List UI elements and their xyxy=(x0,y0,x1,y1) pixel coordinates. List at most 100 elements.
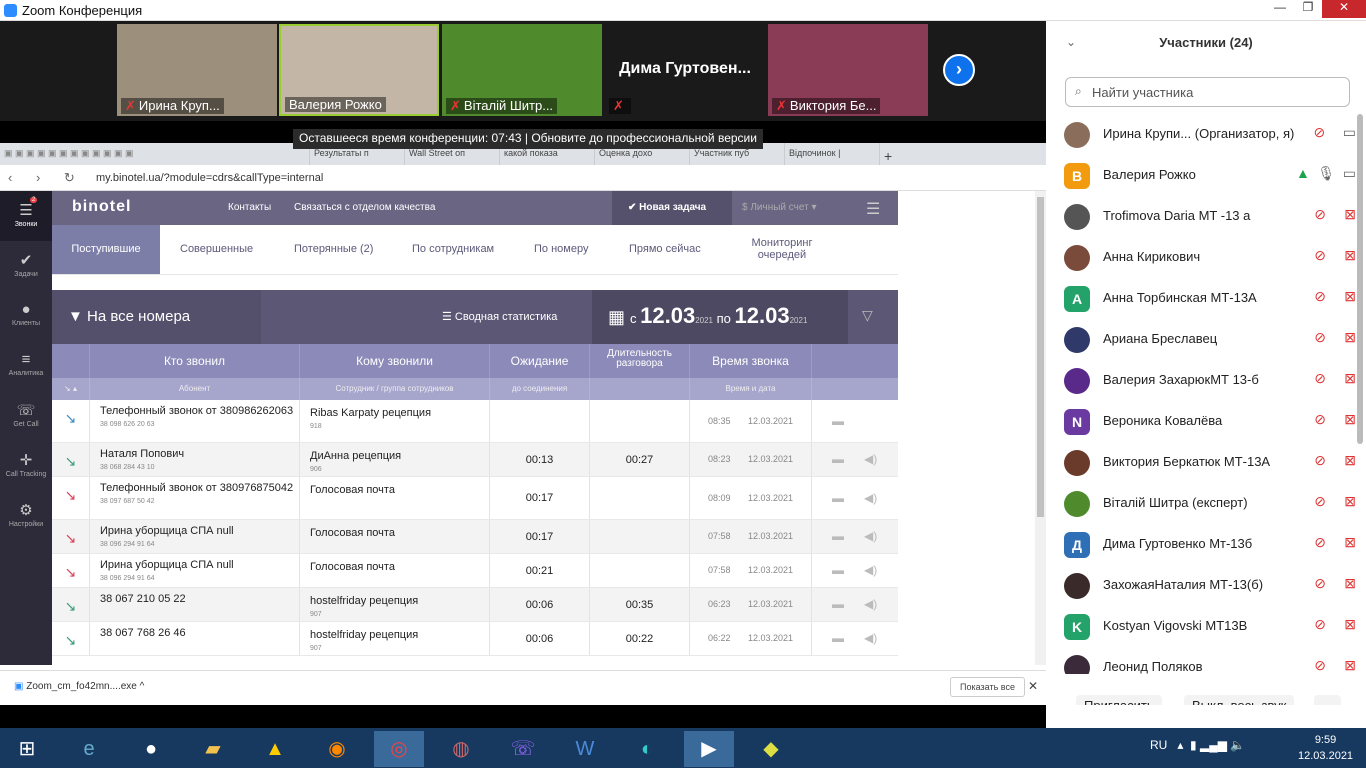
video-off-icon[interactable]: ⊠ xyxy=(1344,534,1356,551)
sidebar-item-tasks[interactable]: ✔ Задачи xyxy=(0,241,52,291)
comment-icon[interactable]: ▬ xyxy=(832,414,844,428)
system-tray[interactable]: RU ▴ ▮ ▂▄▆ 🔈 xyxy=(1150,738,1245,752)
tab-by-number[interactable]: По номеру xyxy=(534,225,588,274)
video-off-icon[interactable]: ⊠ xyxy=(1344,616,1356,633)
sidebar-item-getcall[interactable]: ☏ Get Call xyxy=(0,391,52,441)
video-off-icon[interactable]: ⊠ xyxy=(1344,575,1356,592)
table-row[interactable]: ↘ Ирина уборщица СПА null 38 096 294 91 6… xyxy=(52,520,898,554)
muted-mic-icon[interactable]: ⊘ xyxy=(1314,452,1326,469)
chrome-icon[interactable]: ◎ xyxy=(374,731,424,767)
table-row[interactable]: ↘ Телефонный звонок от 380976875042 38 09… xyxy=(52,477,898,520)
video-off-icon[interactable]: ⊠ xyxy=(1344,657,1356,674)
start-icon[interactable]: ⊞ xyxy=(2,731,52,767)
play-record-icon[interactable]: ◀) xyxy=(864,529,877,543)
participant-item[interactable]: N Вероника Ковалёва ⊘ ⊠ xyxy=(1046,401,1356,442)
sidebar-item-analytics[interactable]: ≡ Аналитика xyxy=(0,341,52,391)
participants-scrollbar[interactable] xyxy=(1357,114,1363,444)
play-record-icon[interactable]: ◀) xyxy=(864,491,877,505)
sidebar-item-clients[interactable]: ● Клиенты xyxy=(0,291,52,341)
account-link[interactable]: $ Личный счет ▾ xyxy=(742,202,817,213)
tab-outgoing[interactable]: Совершенные xyxy=(180,225,253,274)
col-duration[interactable]: Длительность разговора xyxy=(590,344,690,378)
comment-icon[interactable]: ▬ xyxy=(832,452,844,466)
muted-mic-icon[interactable]: ⊘ xyxy=(1314,329,1326,346)
video-icon[interactable]: ▭ xyxy=(1343,165,1356,182)
filter-icon[interactable]: ▽ xyxy=(862,307,873,324)
muted-mic-icon[interactable]: ⊘ xyxy=(1314,124,1326,141)
caller-cell[interactable]: Телефонный звонок от 380986262063 38 098 … xyxy=(90,400,300,442)
minimize-button[interactable]: — xyxy=(1266,0,1294,18)
table-row[interactable]: ↘ Телефонный звонок от 380986262063 38 09… xyxy=(52,400,898,443)
col-caller[interactable]: Кто звонил xyxy=(90,344,300,378)
page-scrollbar[interactable] xyxy=(1035,191,1046,665)
video-off-icon[interactable]: ⊠ xyxy=(1344,452,1356,469)
video-off-icon[interactable]: ⊠ xyxy=(1344,370,1356,387)
col-wait[interactable]: Ожидание xyxy=(490,344,590,378)
comment-icon[interactable]: ▬ xyxy=(832,563,844,577)
pinned-tabs[interactable]: ▣ ▣ ▣ ▣ ▣ ▣ ▣ ▣ ▣ ▣ ▣ ▣ xyxy=(0,143,310,165)
firefox-icon[interactable]: ◉ xyxy=(312,731,362,767)
download-file[interactable]: ▣ Zoom_cm_fo42mn....exe ^ xyxy=(14,681,144,692)
muted-mic-icon[interactable]: ⊘ xyxy=(1314,288,1326,305)
participant-item[interactable]: K Kostyan Vigovski MT13B ⊘ ⊠ xyxy=(1046,606,1356,647)
muted-mic-icon[interactable]: ⊘ xyxy=(1314,575,1326,592)
word-icon[interactable]: W xyxy=(560,731,610,767)
menu-icon[interactable]: ☰ xyxy=(866,199,880,219)
participant-item[interactable]: Віталій Шитра (експерт) ⊘ ⊠ xyxy=(1046,483,1356,524)
close-button[interactable]: ✕ xyxy=(1322,0,1366,18)
video-tile[interactable]: ✗ Виктория Бе... xyxy=(768,24,928,116)
viber-icon[interactable]: ☏ xyxy=(498,731,548,767)
all-numbers-dropdown[interactable]: ▼ На все номера xyxy=(52,290,261,344)
tab-queue-monitor[interactable]: Мониторинг очередей xyxy=(732,225,832,274)
new-tab-icon[interactable]: + xyxy=(880,143,910,165)
muted-mic-icon[interactable]: ⊘ xyxy=(1314,534,1326,551)
video-off-icon[interactable]: ⊠ xyxy=(1344,247,1356,264)
caller-cell[interactable]: Ирина уборщица СПА null 38 096 294 91 64 xyxy=(90,520,300,553)
table-row[interactable]: ↘ 38 067 210 05 22 hostelfriday рецепция… xyxy=(52,588,898,622)
participant-item[interactable]: Ирина Крупи... (Организатор, я) ⊘ ▭ xyxy=(1046,114,1356,155)
folder-icon[interactable]: ▰ xyxy=(188,731,238,767)
participant-item[interactable]: В Валерия Рожко ▲ 🎙 ▭ xyxy=(1046,155,1356,196)
participant-item[interactable]: Валерия ЗахарюкМТ 13-б ⊘ ⊠ xyxy=(1046,360,1356,401)
video-tile-active[interactable]: Валерия Рожко xyxy=(279,24,439,116)
video-icon[interactable]: ▭ xyxy=(1343,124,1356,141)
muted-mic-icon[interactable]: ⊘ xyxy=(1314,411,1326,428)
muted-mic-icon[interactable]: ⊘ xyxy=(1314,206,1326,223)
contacts-link[interactable]: Контакты xyxy=(228,202,271,213)
caller-cell[interactable]: Ирина уборщица СПА null 38 096 294 91 64 xyxy=(90,554,300,587)
mic-icon[interactable]: 🎙 xyxy=(1317,165,1335,182)
participant-item[interactable]: Ариана Бреславец ⊘ ⊠ xyxy=(1046,319,1356,360)
participant-item[interactable]: ЗахожаяНаталия МТ-13(б) ⊘ ⊠ xyxy=(1046,565,1356,606)
browser-tab[interactable]: Відпочинок | xyxy=(785,143,880,165)
new-task-button[interactable]: ✔ Новая задача xyxy=(612,191,732,225)
caller-cell[interactable]: Телефонный звонок от 380976875042 38 097 … xyxy=(90,477,300,519)
caller-cell[interactable]: Наталя Попович 38 068 284 43 10 xyxy=(90,443,300,476)
muted-mic-icon[interactable]: ⊘ xyxy=(1314,370,1326,387)
app-icon[interactable]: ▲ xyxy=(250,731,300,767)
tab-incoming[interactable]: Поступившие xyxy=(52,225,160,274)
video-tile[interactable]: ✗ Віталій Шитр... xyxy=(442,24,602,116)
table-row[interactable]: ↘ 38 067 768 26 46 hostelfriday рецепция… xyxy=(52,622,898,656)
muted-mic-icon[interactable]: ⊘ xyxy=(1314,616,1326,633)
video-off-icon[interactable]: ⊠ xyxy=(1344,206,1356,223)
video-off-icon[interactable]: ⊠ xyxy=(1344,329,1356,346)
muted-mic-icon[interactable]: ⊘ xyxy=(1314,247,1326,264)
muted-mic-icon[interactable]: ⊘ xyxy=(1314,493,1326,510)
video-tile[interactable]: Дима Гуртовен... ✗ xyxy=(605,24,765,116)
quality-link[interactable]: Связаться с отделом качества xyxy=(294,202,435,213)
play-record-icon[interactable]: ◀) xyxy=(864,563,877,577)
sort-icon[interactable]: ↘ ▴ xyxy=(52,378,90,400)
nav-icons[interactable]: ‹ › ↻ xyxy=(8,170,85,186)
maximize-button[interactable]: ❐ xyxy=(1294,0,1322,18)
muted-mic-icon[interactable]: ⊘ xyxy=(1314,657,1326,674)
caller-cell[interactable]: 38 067 768 26 46 xyxy=(90,622,300,655)
participant-item[interactable]: Trofimova Daria MT -13 a ⊘ ⊠ xyxy=(1046,196,1356,237)
caller-cell[interactable]: 38 067 210 05 22 xyxy=(90,588,300,621)
sidebar-item-calltracking[interactable]: ✛ Call Tracking xyxy=(0,441,52,491)
date-range-picker[interactable]: ▦ с 12.032021 по 12.032021 xyxy=(592,290,848,344)
video-off-icon[interactable]: ⊠ xyxy=(1344,411,1356,428)
clock[interactable]: 9:59 12.03.2021 xyxy=(1298,732,1353,764)
video-off-icon[interactable]: ⊠ xyxy=(1344,288,1356,305)
table-row[interactable]: ↘ Наталя Попович 38 068 284 43 10 ДиАнна … xyxy=(52,443,898,477)
zoom-icon[interactable]: ▶ xyxy=(684,731,734,767)
